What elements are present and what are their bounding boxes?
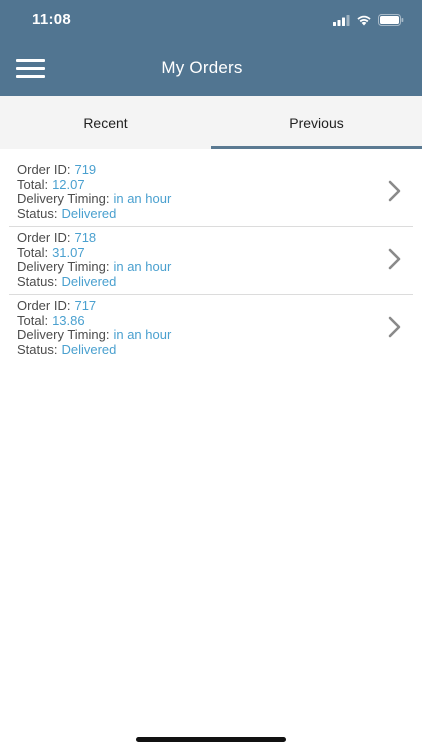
total-label: Total: <box>17 312 49 328</box>
order-details: Order ID: 717 Total: 13.86 Delivery Timing… <box>17 298 172 358</box>
order-details: Order ID: 718 Total: 31.07 Delivery Timing… <box>17 230 172 290</box>
tab-previous[interactable]: Previous <box>211 96 422 149</box>
order-tabs: Recent Previous <box>0 96 422 149</box>
chevron-right-icon[interactable] <box>387 315 403 339</box>
wifi-icon <box>357 15 371 26</box>
page-title: My Orders <box>161 58 243 77</box>
delivery-timing-value: in an hour <box>113 259 172 274</box>
app-header: 11:08 My Orders <box>0 0 422 96</box>
order-id-value: 719 <box>74 162 97 177</box>
orders-list: Order ID: 719 Total: 12.07 Delivery Timing… <box>0 159 422 362</box>
order-list-item[interactable]: Order ID: 718 Total: 31.07 Delivery Timing… <box>9 227 413 295</box>
order-id-line: Order ID: 717 <box>17 298 171 314</box>
total-value: 12.07 <box>52 176 85 192</box>
delivery-timing-label: Delivery Timing: <box>17 259 110 274</box>
delivery-timing-value: in an hour <box>113 191 172 206</box>
order-id-value: 717 <box>74 298 97 313</box>
total-line: Total: 13.86 <box>17 312 171 329</box>
order-id-label: Order ID: <box>17 230 71 245</box>
order-id-label: Order ID: <box>17 162 71 177</box>
total-value: 13.86 <box>52 312 85 328</box>
home-indicator[interactable] <box>136 737 286 742</box>
status-label: Status: <box>17 273 58 289</box>
status-label: Status: <box>17 205 58 221</box>
status-bar: 11:08 <box>0 0 422 44</box>
total-label: Total: <box>17 176 49 192</box>
order-list-item[interactable]: Order ID: 717 Total: 13.86 Delivery Timing… <box>9 295 413 362</box>
delivery-timing-line: Delivery Timing: in an hour <box>17 327 172 343</box>
status-value: Delivered <box>61 205 117 221</box>
delivery-timing-line: Delivery Timing: in an hour <box>17 191 172 207</box>
order-details: Order ID: 719 Total: 12.07 Delivery Timing… <box>17 162 172 222</box>
status-value: Delivered <box>61 273 117 289</box>
delivery-timing-line: Delivery Timing: in an hour <box>17 259 172 275</box>
status-line: Status: Delivered <box>17 341 171 358</box>
total-line: Total: 12.07 <box>17 176 171 193</box>
delivery-timing-label: Delivery Timing: <box>17 327 110 342</box>
status-label: Status: <box>17 341 58 357</box>
order-id-line: Order ID: 718 <box>17 230 171 246</box>
status-icons <box>333 12 404 28</box>
chevron-right-icon[interactable] <box>387 247 403 271</box>
status-time: 11:08 <box>32 11 72 28</box>
title-bar: My Orders <box>0 44 422 96</box>
battery-icon <box>378 14 404 26</box>
status-line: Status: Delivered <box>17 273 171 290</box>
total-value: 31.07 <box>52 244 85 260</box>
status-line: Status: Delivered <box>17 205 171 222</box>
delivery-timing-value: in an hour <box>113 327 172 342</box>
chevron-right-icon[interactable] <box>387 179 403 203</box>
order-id-label: Order ID: <box>17 298 71 313</box>
order-id-line: Order ID: 719 <box>17 162 171 178</box>
order-list-item[interactable]: Order ID: 719 Total: 12.07 Delivery Timing… <box>9 159 413 227</box>
delivery-timing-label: Delivery Timing: <box>17 191 110 206</box>
cellular-signal-icon <box>333 14 350 26</box>
tab-recent[interactable]: Recent <box>0 96 211 149</box>
total-label: Total: <box>17 244 49 260</box>
total-line: Total: 31.07 <box>17 244 171 261</box>
order-id-value: 718 <box>74 230 97 245</box>
status-value: Delivered <box>61 341 117 357</box>
app-screen: 11:08 My Orders Recent Previous Order ID… <box>0 0 422 750</box>
